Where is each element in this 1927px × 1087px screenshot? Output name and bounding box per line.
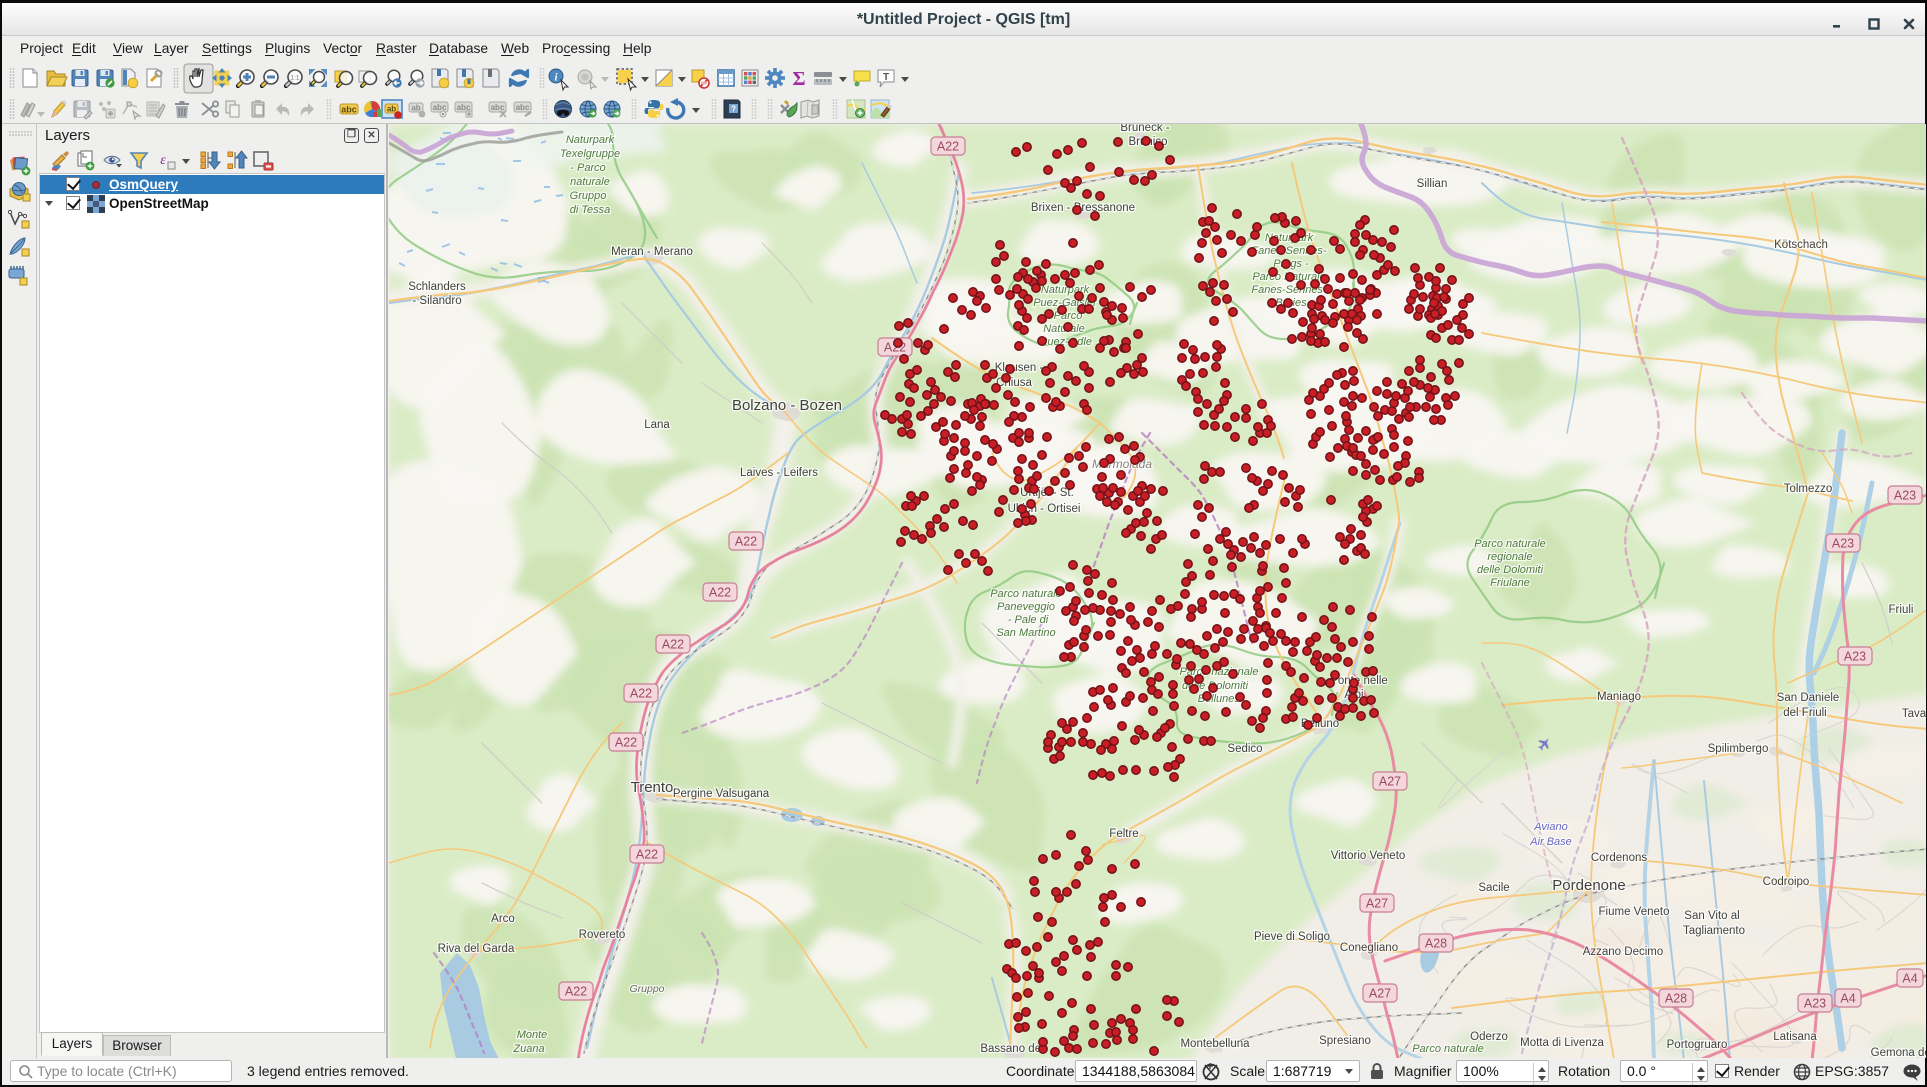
svg-text:A28: A28 <box>1665 992 1687 1006</box>
svg-text:Rovereto: Rovereto <box>579 929 626 941</box>
svg-text:Parco naturale: Parco naturale <box>1474 538 1546 550</box>
svg-text:delle Dolomiti: delle Dolomiti <box>1477 564 1544 576</box>
svg-text:Tolmezzo: Tolmezzo <box>1784 483 1833 495</box>
svg-text:Spilimbergo: Spilimbergo <box>1708 743 1769 755</box>
svg-text:Pordenone: Pordenone <box>1552 877 1625 894</box>
svg-text:A27: A27 <box>1379 775 1401 789</box>
svg-text:abc: abc <box>433 103 447 112</box>
svg-text:- Parco: - Parco <box>570 162 605 174</box>
svg-text:Gruppo: Gruppo <box>570 190 607 202</box>
svg-text:Friuli: Friuli <box>1889 604 1914 616</box>
svg-text:A23: A23 <box>1832 537 1854 551</box>
svg-text:A23: A23 <box>1894 489 1916 503</box>
svg-text:Maniago: Maniago <box>1597 691 1641 703</box>
svg-text:San Vito al: San Vito al <box>1684 910 1739 922</box>
svg-text:Bruneck -: Bruneck - <box>1120 124 1169 134</box>
svg-text:Arco: Arco <box>491 913 515 925</box>
svg-text:T: T <box>883 72 889 83</box>
svg-text:A4: A4 <box>1840 992 1855 1006</box>
svg-text:Riva del Garda: Riva del Garda <box>438 943 515 955</box>
svg-text:Bassano del: Bassano del <box>980 1043 1043 1055</box>
svg-text:?: ? <box>731 105 736 114</box>
svg-text:abc: abc <box>516 103 530 112</box>
svg-text:Aviano: Aviano <box>1533 821 1567 833</box>
svg-text:A27: A27 <box>1369 987 1391 1001</box>
svg-text:Monte: Monte <box>517 1029 548 1041</box>
svg-text:A22: A22 <box>662 638 684 652</box>
svg-text:Sacile: Sacile <box>1478 882 1509 894</box>
svg-text:Pergine Valsugana: Pergine Valsugana <box>673 788 770 800</box>
svg-text:Portogruaro: Portogruaro <box>1667 1039 1728 1051</box>
svg-text:A22: A22 <box>735 535 757 549</box>
svg-text:A22: A22 <box>709 586 731 600</box>
svg-text:Pieve di Soligo: Pieve di Soligo <box>1254 931 1330 943</box>
svg-text:Schlanders: Schlanders <box>408 281 466 293</box>
svg-text:Friulane: Friulane <box>1490 577 1530 589</box>
svg-text:Zuana: Zuana <box>512 1043 544 1055</box>
svg-text:Naturpark: Naturpark <box>566 134 615 146</box>
svg-text:Fiume Veneto: Fiume Veneto <box>1599 906 1670 918</box>
svg-text:Azzano Decimo: Azzano Decimo <box>1583 946 1664 958</box>
svg-text:San Daniele: San Daniele <box>1777 692 1840 704</box>
svg-text:Meran - Merano: Meran - Merano <box>611 246 693 258</box>
svg-text:A23: A23 <box>1844 650 1866 664</box>
svg-text:del Friuli: del Friuli <box>1783 707 1826 719</box>
svg-text:A27: A27 <box>1366 897 1388 911</box>
svg-text:- Silandro: - Silandro <box>412 295 461 307</box>
svg-text:A23: A23 <box>1804 997 1826 1011</box>
svg-text:Puez-Odle: Puez-Odle <box>1040 336 1092 348</box>
svg-text:Vittorio Veneto: Vittorio Veneto <box>1331 850 1406 862</box>
svg-text:ab: ab <box>411 104 420 113</box>
svg-text:Tava: Tava <box>1902 708 1926 720</box>
svg-text:Cordenons: Cordenons <box>1591 852 1648 864</box>
svg-text:Sillian: Sillian <box>1417 178 1448 190</box>
svg-text:Texelgruppe: Texelgruppe <box>560 148 620 160</box>
svg-text:A28: A28 <box>1425 937 1447 951</box>
svg-text:regionale: regionale <box>1487 551 1532 563</box>
svg-text:Gemona del: Gemona del <box>1871 1047 1926 1058</box>
svg-text:A22: A22 <box>937 140 959 154</box>
svg-text:A22: A22 <box>615 736 637 750</box>
svg-text:Laives - Leifers: Laives - Leifers <box>740 467 818 479</box>
svg-text:Codroipo: Codroipo <box>1763 876 1810 888</box>
svg-text:Feltre: Feltre <box>1109 828 1138 840</box>
svg-text:Gruppo: Gruppo <box>629 983 664 995</box>
svg-text:1:1: 1:1 <box>290 75 299 82</box>
svg-text:naturale: naturale <box>570 176 610 188</box>
svg-text:Sedico: Sedico <box>1227 743 1262 755</box>
svg-text:ab: ab <box>387 105 396 114</box>
svg-text:A22: A22 <box>636 848 658 862</box>
svg-text:Klausen -: Klausen - <box>995 362 1044 374</box>
svg-text:Trento: Trento <box>631 779 674 796</box>
svg-text:Kötschach: Kötschach <box>1774 239 1828 251</box>
svg-text:A22: A22 <box>630 687 652 701</box>
svg-text:Parco naturale: Parco naturale <box>1412 1043 1484 1055</box>
svg-text:Motta di Livenza: Motta di Livenza <box>1520 1037 1604 1049</box>
svg-text:Spresiano: Spresiano <box>1319 1035 1371 1047</box>
svg-text:abc: abc <box>491 103 505 112</box>
svg-text:Oderzo: Oderzo <box>1470 1031 1508 1043</box>
svg-text:Parco naturale: Parco naturale <box>990 588 1062 600</box>
svg-text:abc: abc <box>341 105 357 115</box>
svg-text:di Tessa: di Tessa <box>570 204 611 216</box>
svg-text:Paneveggio: Paneveggio <box>997 601 1055 613</box>
svg-text:Σ: Σ <box>792 68 805 90</box>
svg-text:Air Base: Air Base <box>1529 836 1572 848</box>
svg-text:Conegliano: Conegliano <box>1340 942 1398 954</box>
svg-text:- Pale di: - Pale di <box>1008 614 1049 626</box>
svg-text:Montebelluna: Montebelluna <box>1180 1038 1250 1050</box>
svg-text:ε: ε <box>160 153 166 168</box>
svg-text:Latisana: Latisana <box>1773 1031 1817 1043</box>
svg-text:Tagliamento: Tagliamento <box>1683 925 1745 937</box>
svg-text:Prags -: Prags - <box>1273 258 1309 270</box>
svg-text:Brixen - Bressanone: Brixen - Bressanone <box>1031 202 1135 214</box>
svg-text:A22: A22 <box>565 985 587 999</box>
svg-text:Bolzano - Bozen: Bolzano - Bozen <box>732 397 842 414</box>
svg-text:Lana: Lana <box>644 419 670 431</box>
svg-text:A4: A4 <box>1902 972 1917 986</box>
svg-text:San Martino: San Martino <box>996 627 1055 639</box>
